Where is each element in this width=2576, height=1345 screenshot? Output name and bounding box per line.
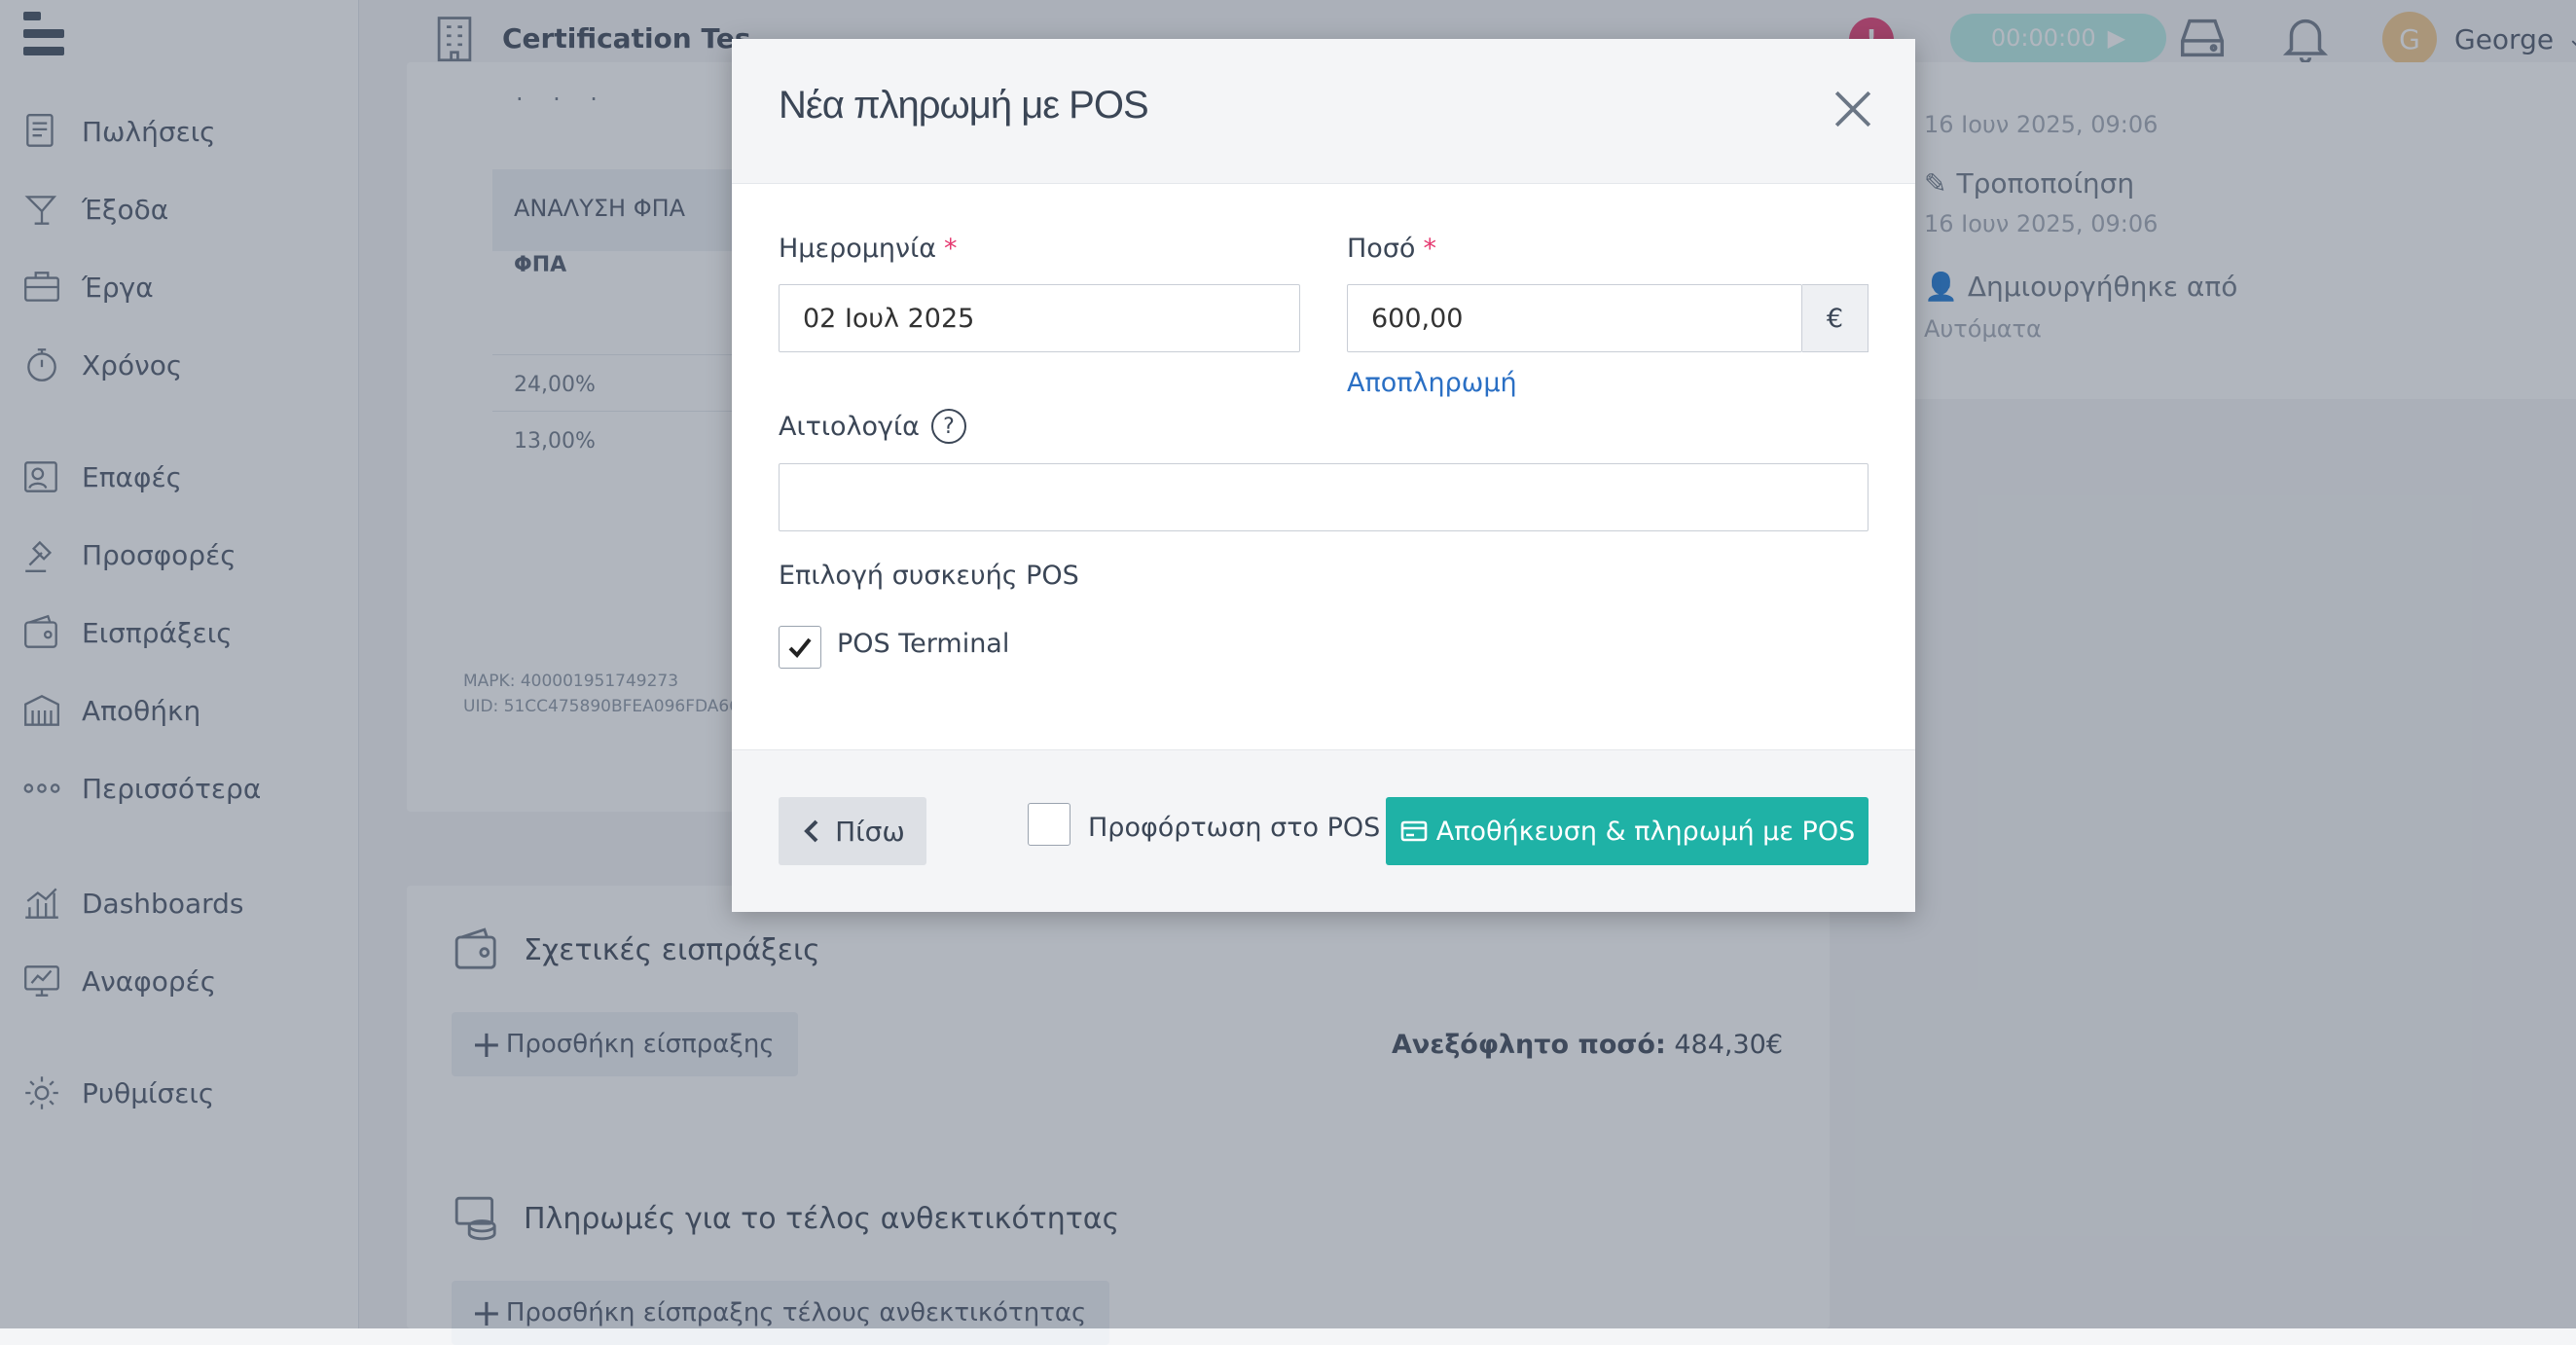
checkmark-icon [788,637,812,658]
pos-terminal-label[interactable]: POS Terminal [837,629,1009,659]
preload-pos-label[interactable]: Προφόρτωση στο POS [1088,813,1380,843]
required-marker: * [1423,234,1436,264]
pos-terminal-checkbox[interactable] [779,626,821,669]
date-label: Ημερομηνία * [779,234,958,264]
button-label: Αποθήκευση & πληρωμή με POS [1435,816,1856,847]
back-button[interactable]: Πίσω [779,797,926,865]
button-label: Πίσω [835,815,905,848]
label-text: Επιλογή συσκευής POS [779,561,1079,591]
pos-payment-modal: Νέα πληρωμή με POS Ημερομηνία* Ποσό* € Α… [732,39,1915,912]
label-text: Ποσό [1347,234,1416,264]
date-field[interactable] [779,284,1300,352]
modal-title: Νέα πληρωμή με POS [779,84,1149,127]
preload-pos-checkbox[interactable] [1028,803,1070,846]
modal-footer: Πίσω Προφόρτωση στο POS Αποθήκευση & πλη… [732,749,1915,912]
repay-link[interactable]: Αποπληρωμή [1347,368,1517,398]
save-and-pay-button[interactable]: Αποθήκευση & πληρωμή με POS [1386,797,1869,865]
modal-header: Νέα πληρωμή με POS [732,39,1915,184]
credit-card-icon [1400,820,1428,842]
label-text: Αιτιολογία [779,411,920,442]
currency-addon: € [1802,284,1869,352]
required-marker: * [944,234,958,264]
label-text: Ημερομηνία [779,234,937,264]
reason-label: Αιτιολογία ? [779,409,966,444]
amount-label: Ποσό * [1347,234,1436,264]
help-icon[interactable]: ? [930,409,966,444]
device-label: Επιλογή συσκευής POS [779,561,1079,591]
reason-field[interactable] [779,463,1869,531]
amount-field[interactable] [1347,284,1802,352]
close-icon[interactable] [1830,86,1876,132]
chevron-left-icon [804,819,818,843]
